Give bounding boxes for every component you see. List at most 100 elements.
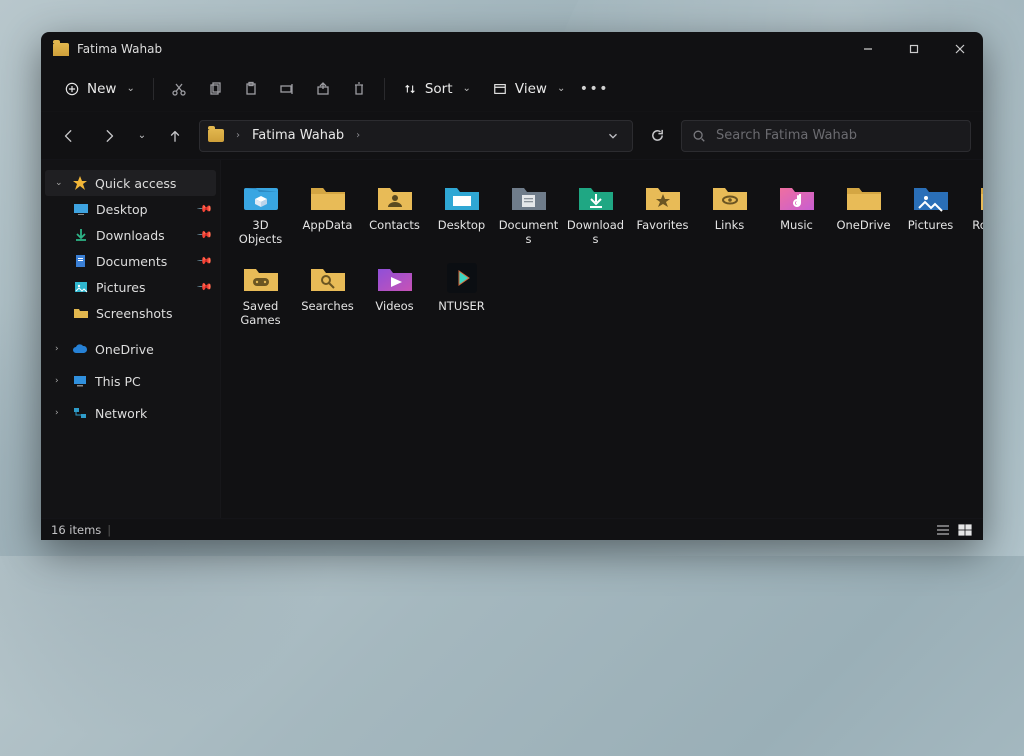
window-title: Fatima Wahab <box>77 42 162 56</box>
sidebar-quick-access[interactable]: ⌄ Quick access <box>45 170 216 196</box>
folder-favorites-icon <box>642 178 684 214</box>
sort-button[interactable]: Sort ⌄ <box>393 76 481 102</box>
sidebar-onedrive[interactable]: › OneDrive <box>45 336 216 362</box>
cloud-icon <box>72 341 88 357</box>
folder-icon <box>73 305 89 321</box>
item-downloads[interactable]: Downloads <box>564 174 627 251</box>
sort-button-label: Sort <box>425 81 453 97</box>
cut-button[interactable] <box>162 72 196 106</box>
copy-button[interactable] <box>198 72 232 106</box>
sidebar-label: Desktop <box>96 202 148 217</box>
share-button[interactable] <box>306 72 340 106</box>
item-searches[interactable]: Searches <box>296 255 359 332</box>
item-videos[interactable]: Videos <box>363 255 426 332</box>
paste-button[interactable] <box>234 72 268 106</box>
pin-icon: 📌 <box>195 201 212 218</box>
new-button-label: New <box>87 81 116 97</box>
window-controls <box>845 32 983 66</box>
close-button[interactable] <box>937 32 983 66</box>
breadcrumb-segment[interactable]: Fatima Wahab <box>252 128 344 143</box>
chevron-right-icon: › <box>55 408 65 418</box>
folder-3d-icon <box>240 178 282 214</box>
view-button[interactable]: View ⌄ <box>483 76 575 102</box>
download-icon <box>73 227 89 243</box>
icons-view-button[interactable] <box>957 523 973 537</box>
sidebar-thispc[interactable]: › This PC <box>45 368 216 394</box>
history-dropdown[interactable] <box>602 125 624 147</box>
chevron-right-icon: › <box>55 376 65 386</box>
item-desktop[interactable]: Desktop <box>430 174 493 251</box>
maximize-button[interactable] <box>891 32 937 66</box>
sidebar-label: OneDrive <box>95 342 154 357</box>
status-text: 16 items <box>51 523 101 537</box>
search-input[interactable] <box>716 128 960 143</box>
folder-icon <box>977 178 984 214</box>
item-favorites[interactable]: Favorites <box>631 174 694 251</box>
sidebar-desktop[interactable]: Desktop 📌 <box>45 196 216 222</box>
minimize-button[interactable] <box>845 32 891 66</box>
folder-icon <box>208 129 224 142</box>
forward-button[interactable] <box>93 120 125 152</box>
chevron-down-icon: ⌄ <box>463 83 471 94</box>
up-button[interactable] <box>159 120 191 152</box>
recent-dropdown[interactable]: ⌄ <box>133 120 151 152</box>
breadcrumb-separator: › <box>236 130 240 141</box>
item-links[interactable]: Links <box>698 174 761 251</box>
delete-button[interactable] <box>342 72 376 106</box>
documents-icon <box>73 253 89 269</box>
item-roaming[interactable]: Roaming <box>966 174 983 251</box>
folder-games-icon <box>240 259 282 295</box>
chevron-down-icon: ⌄ <box>55 178 65 188</box>
pin-icon: 📌 <box>195 279 212 296</box>
separator <box>384 78 385 100</box>
search-box[interactable] <box>681 120 971 152</box>
more-button[interactable]: ••• <box>577 72 611 106</box>
address-bar[interactable]: › Fatima Wahab › <box>199 120 633 152</box>
sidebar-documents[interactable]: Documents 📌 <box>45 248 216 274</box>
sidebar-label: Quick access <box>95 176 176 191</box>
sidebar-pictures[interactable]: Pictures 📌 <box>45 274 216 300</box>
separator <box>153 78 154 100</box>
item-onedrive[interactable]: OneDrive <box>832 174 895 251</box>
folder-pictures-icon <box>910 178 952 214</box>
desktop-icon <box>73 201 89 217</box>
item-saved-games[interactable]: Saved Games <box>229 255 292 332</box>
sidebar-network[interactable]: › Network <box>45 400 216 426</box>
status-bar: 16 items | <box>41 518 983 540</box>
nav-pane: ⌄ Quick access Desktop 📌 Downloads 📌 <box>41 160 221 518</box>
item-documents[interactable]: Documents <box>497 174 560 251</box>
refresh-button[interactable] <box>641 120 673 152</box>
pictures-icon <box>73 279 89 295</box>
new-button[interactable]: New ⌄ <box>55 76 145 102</box>
item-3d-objects[interactable]: 3D Objects <box>229 174 292 251</box>
folder-desktop-icon <box>441 178 483 214</box>
item-music[interactable]: Music <box>765 174 828 251</box>
sidebar-screenshots[interactable]: Screenshots <box>45 300 216 326</box>
view-button-label: View <box>515 81 547 97</box>
sidebar-label: Downloads <box>96 228 165 243</box>
back-button[interactable] <box>53 120 85 152</box>
window-body: ⌄ Quick access Desktop 📌 Downloads 📌 <box>41 160 983 518</box>
folder-music-icon <box>776 178 818 214</box>
item-contacts[interactable]: Contacts <box>363 174 426 251</box>
folder-icon <box>307 178 349 214</box>
rename-button[interactable] <box>270 72 304 106</box>
content-pane[interactable]: 3D Objects AppData Contacts Desktop <box>221 160 983 518</box>
sidebar-label: Screenshots <box>96 306 172 321</box>
item-pictures[interactable]: Pictures <box>899 174 962 251</box>
details-view-button[interactable] <box>935 523 951 537</box>
folder-documents-icon <box>508 178 550 214</box>
star-icon <box>72 175 88 191</box>
item-ntuser[interactable]: NTUSER <box>430 255 493 332</box>
toolbar: New ⌄ Sort ⌄ View ⌄ <box>41 66 983 112</box>
sidebar-downloads[interactable]: Downloads 📌 <box>45 222 216 248</box>
folder-videos-icon <box>374 259 416 295</box>
item-appdata[interactable]: AppData <box>296 174 359 251</box>
folder-links-icon <box>709 178 751 214</box>
folder-search-icon <box>307 259 349 295</box>
titlebar: Fatima Wahab <box>41 32 983 66</box>
chevron-down-icon: ⌄ <box>126 83 134 94</box>
pin-icon: 📌 <box>195 253 212 270</box>
pc-icon <box>72 373 88 389</box>
chevron-right-icon: › <box>55 344 65 354</box>
